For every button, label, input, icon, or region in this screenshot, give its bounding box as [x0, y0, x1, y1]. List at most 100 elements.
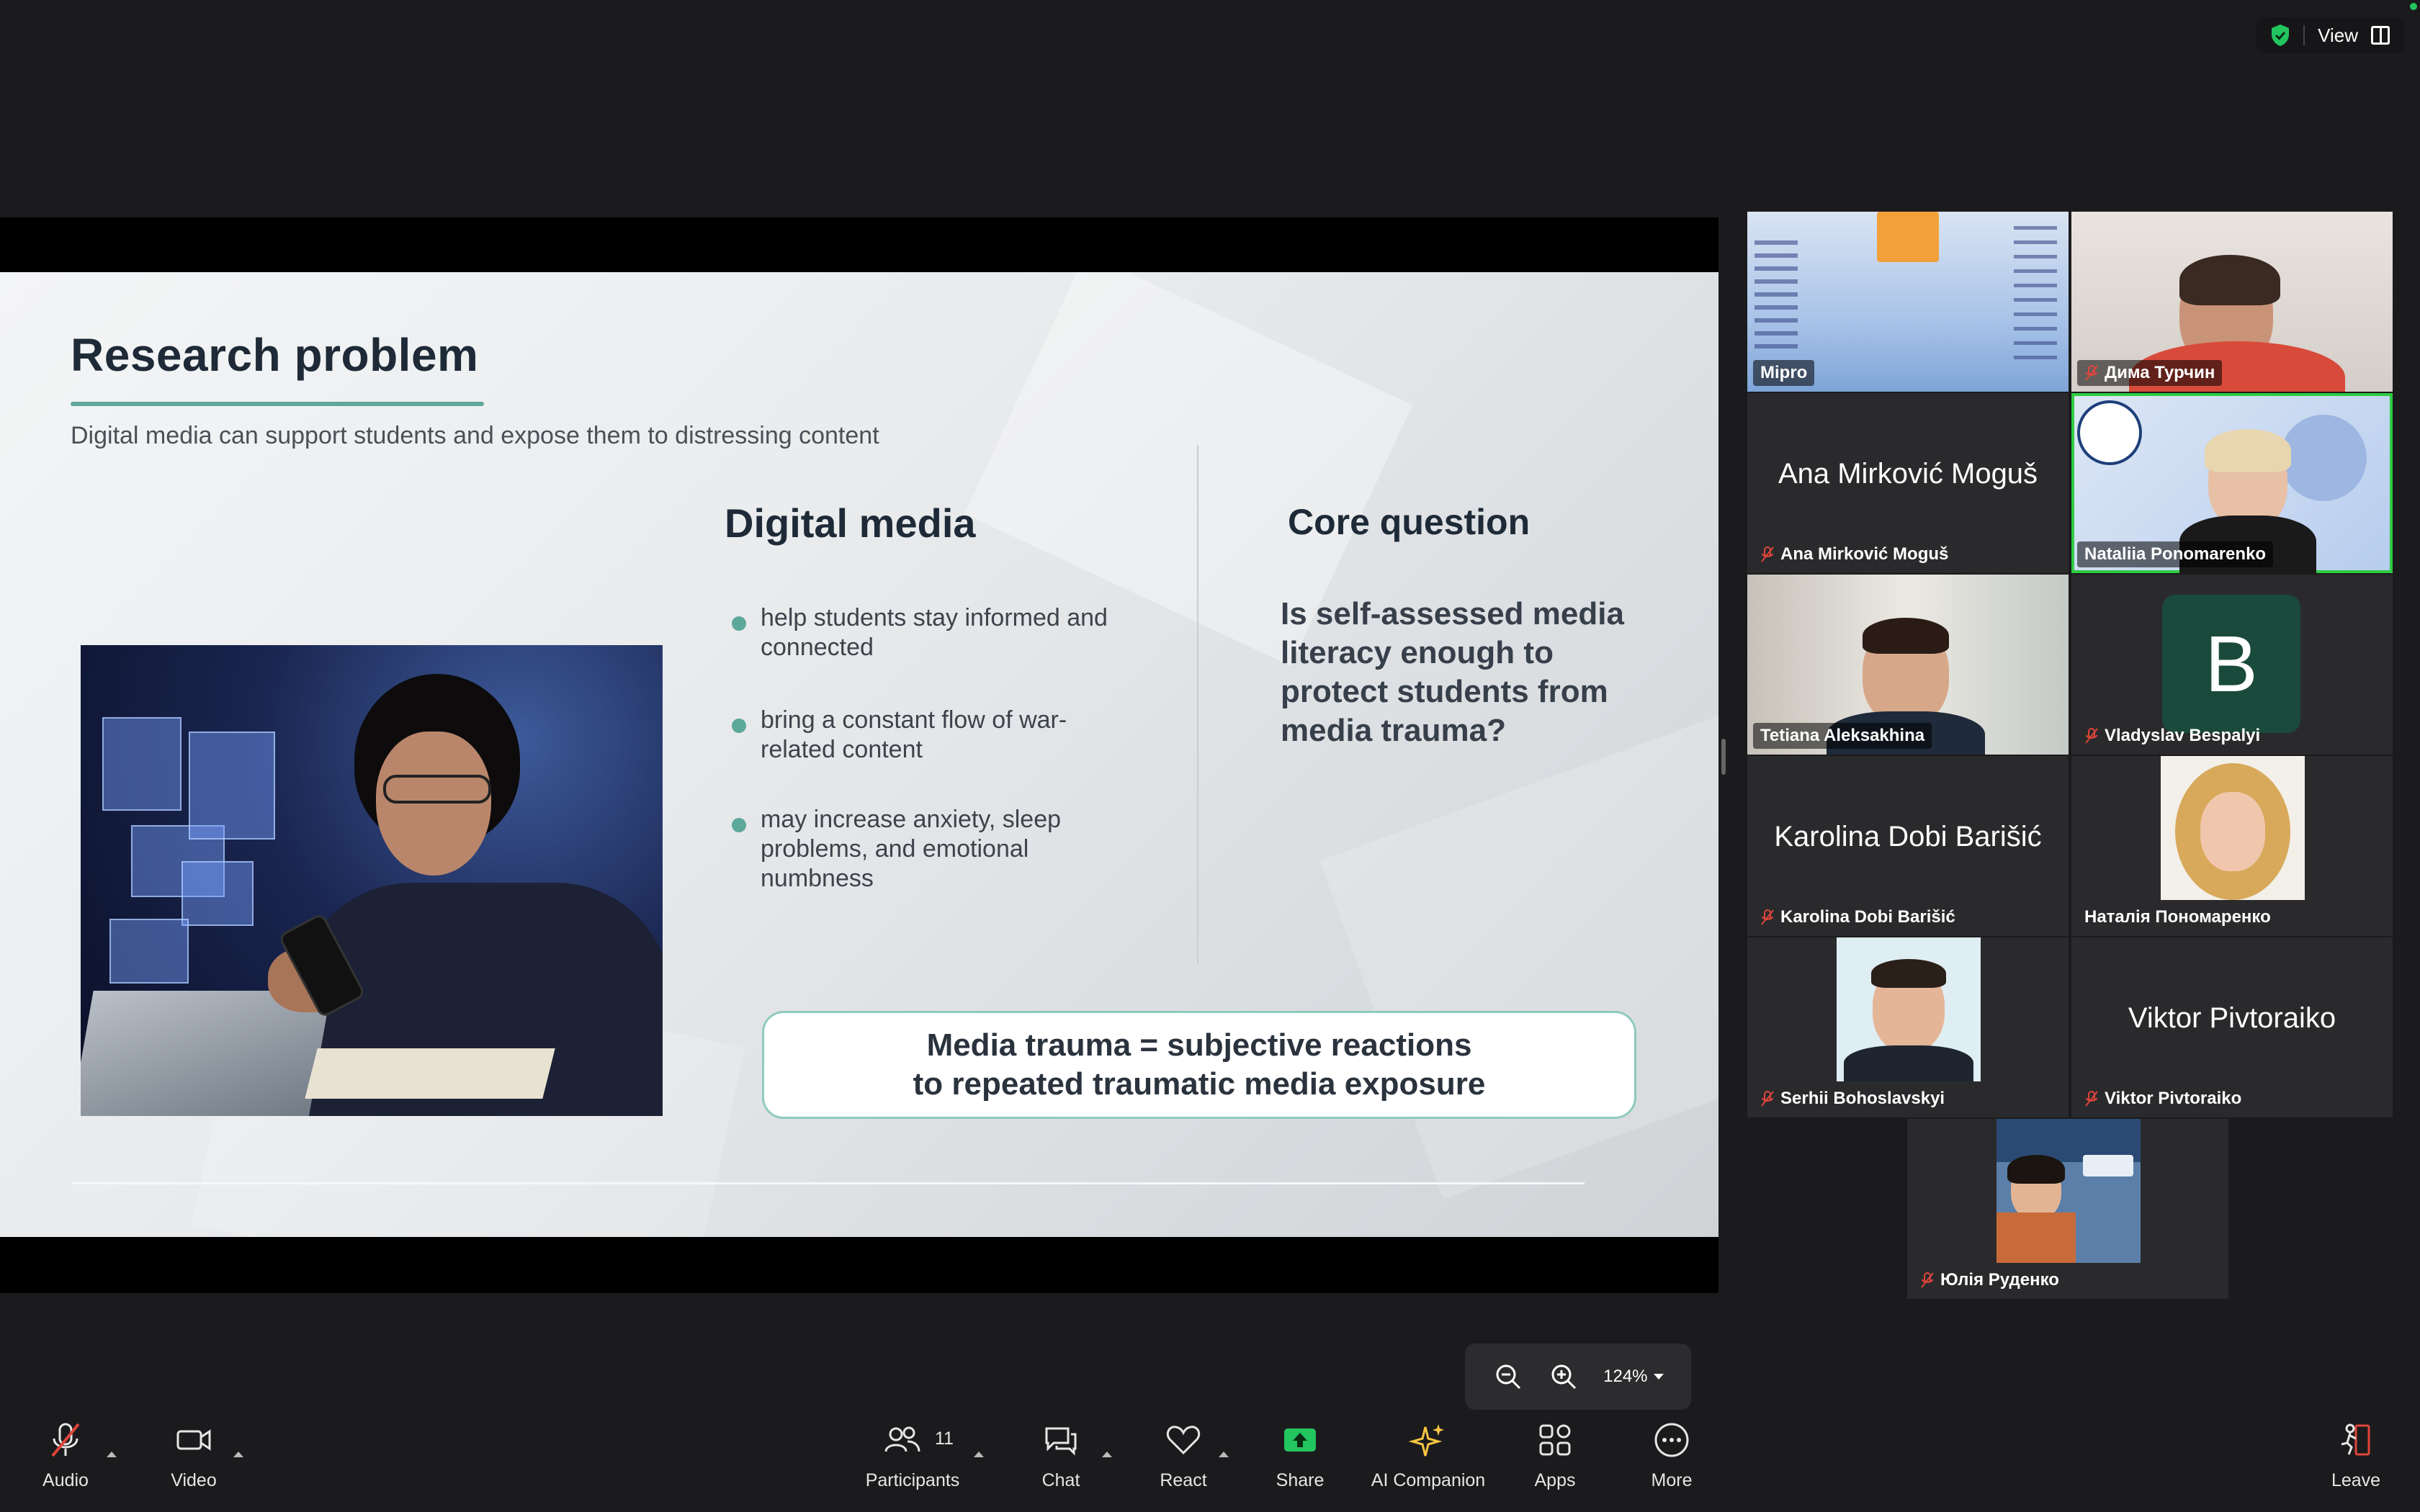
more-label: More [1651, 1470, 1693, 1490]
audio-label: Audio [42, 1470, 89, 1490]
participant-name-label: Mipro [1753, 360, 1815, 386]
bullet-item: bring a constant flow of war-related con… [727, 706, 1131, 765]
participant-name-label: Наталія Пономаренко [2077, 904, 2278, 930]
background-shape [2280, 415, 2367, 501]
participant-photo [1996, 1119, 2141, 1263]
view-button-label[interactable]: View [2318, 24, 2358, 47]
more-dots-icon [1654, 1423, 1689, 1457]
muted-mic-icon [2085, 365, 2098, 381]
video-options-caret[interactable] [233, 1452, 243, 1457]
participant-name: Ana Mirković Moguš [1780, 544, 1949, 564]
muted-mic-icon [1761, 909, 1774, 925]
participants-icon [884, 1426, 920, 1452]
zoom-in-icon[interactable] [1548, 1361, 1579, 1392]
participant-name: Mipro [1760, 363, 1808, 382]
participant-name: Дима Турчин [2105, 363, 2215, 382]
participant-tile[interactable]: Viktor Pivtoraiko Viktor Pivtoraiko [2071, 937, 2393, 1117]
apps-button[interactable]: Apps [1494, 1418, 1616, 1491]
layout-icon[interactable] [2371, 26, 2390, 45]
participant-display-name: Karolina Dobi Barišić [1774, 821, 2042, 852]
chevron-down-icon [1653, 1374, 1664, 1380]
participant-name: Vladyslav Bespalyi [2105, 726, 2261, 745]
participant-shirt [1996, 1212, 2076, 1263]
floating-screen [102, 717, 182, 811]
zoom-out-icon[interactable] [1492, 1361, 1524, 1392]
security-shield-icon[interactable] [2270, 24, 2290, 47]
person-glasses [383, 775, 491, 804]
participant-tile[interactable]: Tetiana Aleksakhina [1747, 575, 2069, 755]
participant-name: Наталія Пономаренко [2084, 907, 2271, 927]
participant-tile[interactable]: Дима Турчин [2071, 212, 2393, 392]
participant-jacket [1844, 1045, 1973, 1081]
participant-hair [2179, 255, 2280, 305]
participant-name: Karolina Dobi Barišić [1780, 907, 1955, 927]
zoom-control: 124% [1465, 1344, 1691, 1410]
split-resize-handle[interactable] [1721, 739, 1726, 775]
muted-mic-icon [1761, 1091, 1774, 1107]
muted-mic-icon [2085, 1091, 2098, 1107]
slide-footer-rule [72, 1182, 1585, 1184]
participants-button[interactable]: 11 Participants [851, 1418, 974, 1491]
participant-name-label: Viktor Pivtoraiko [2077, 1086, 2249, 1112]
leave-label: Leave [2331, 1470, 2381, 1490]
more-button[interactable]: More [1610, 1418, 1733, 1491]
participant-tile-active-speaker[interactable]: Nataliia Ponomarenko [2071, 393, 2393, 573]
mipro-logo [2083, 1155, 2133, 1176]
participant-tile[interactable]: Ana Mirković Moguš Ana Mirković Moguš [1747, 393, 2069, 573]
floating-screen [182, 861, 254, 926]
participant-tile[interactable]: B Vladyslav Bespalyi [2071, 575, 2393, 755]
chat-options-caret[interactable] [1102, 1452, 1112, 1457]
participant-name: Nataliia Ponomarenko [2084, 544, 2267, 564]
slide-title: Research problem [71, 329, 479, 381]
participant-name: Юлія Руденко [1940, 1270, 2059, 1290]
audio-options-caret[interactable] [107, 1452, 117, 1457]
meeting-window: View Research problem Digital media can … [0, 0, 2420, 1512]
participant-hair [1871, 959, 1946, 988]
definition-line-1: Media trauma = subjective reactions [926, 1027, 1472, 1063]
bullet-list: help students stay informed and connecte… [727, 603, 1131, 894]
react-options-caret[interactable] [1219, 1452, 1229, 1457]
status-dot [2410, 3, 2417, 10]
leave-button[interactable]: Leave [2295, 1418, 2417, 1491]
participant-tile[interactable]: Наталія Пономаренко [2071, 756, 2393, 936]
participant-hair [2205, 429, 2291, 472]
zoom-level-dropdown[interactable]: 124% [1603, 1367, 1664, 1387]
muted-mic-icon [51, 1423, 80, 1457]
definition-line-2: to repeated traumatic media exposure [913, 1066, 1486, 1102]
participant-tile[interactable]: Юлія Руденко [1907, 1119, 2228, 1299]
title-underline [71, 402, 484, 406]
participant-name-label: Ana Mirković Moguš [1753, 541, 1955, 567]
muted-mic-icon [1761, 546, 1774, 562]
muted-mic-icon [1921, 1272, 1934, 1288]
floating-screen [189, 732, 275, 840]
share-label: Share [1276, 1470, 1325, 1490]
ai-companion-button[interactable]: AI Companion [1367, 1418, 1489, 1491]
participant-tile[interactable]: Serhii Bohoslavskyi [1747, 937, 2069, 1117]
chat-label: Chat [1041, 1470, 1080, 1490]
person-face [376, 732, 491, 876]
participant-tile[interactable]: Karolina Dobi Barišić Karolina Dobi Bari… [1747, 756, 2069, 936]
participants-count: 11 [935, 1428, 954, 1449]
participants-options-caret[interactable] [974, 1452, 984, 1457]
participant-name: Tetiana Aleksakhina [1760, 726, 1925, 745]
university-emblem [2077, 400, 2142, 465]
share-screen-icon [1284, 1428, 1316, 1452]
zoom-level-value: 124% [1603, 1367, 1648, 1386]
participant-tile[interactable]: Mipro [1747, 212, 2069, 392]
bullet-item: help students stay informed and connecte… [727, 603, 1131, 662]
floating-screen [109, 919, 189, 984]
participant-display-name: Viktor Pivtoraiko [2128, 1002, 2336, 1034]
student-phone-illustration [81, 645, 663, 1116]
sparkle-icon [1408, 1424, 1444, 1457]
participant-hair [1863, 618, 1949, 654]
leave-door-icon [2341, 1423, 2370, 1456]
participant-face [2200, 792, 2265, 871]
ai-companion-label: AI Companion [1371, 1470, 1486, 1490]
share-button[interactable]: Share [1239, 1418, 1361, 1491]
chat-bubble-icon [1045, 1427, 1077, 1456]
participant-photo [2161, 756, 2305, 900]
video-label: Video [171, 1470, 217, 1490]
video-camera-icon [176, 1429, 211, 1451]
participant-avatar: B [2162, 595, 2300, 733]
participant-name-label: Vladyslav Bespalyi [2077, 723, 2267, 749]
